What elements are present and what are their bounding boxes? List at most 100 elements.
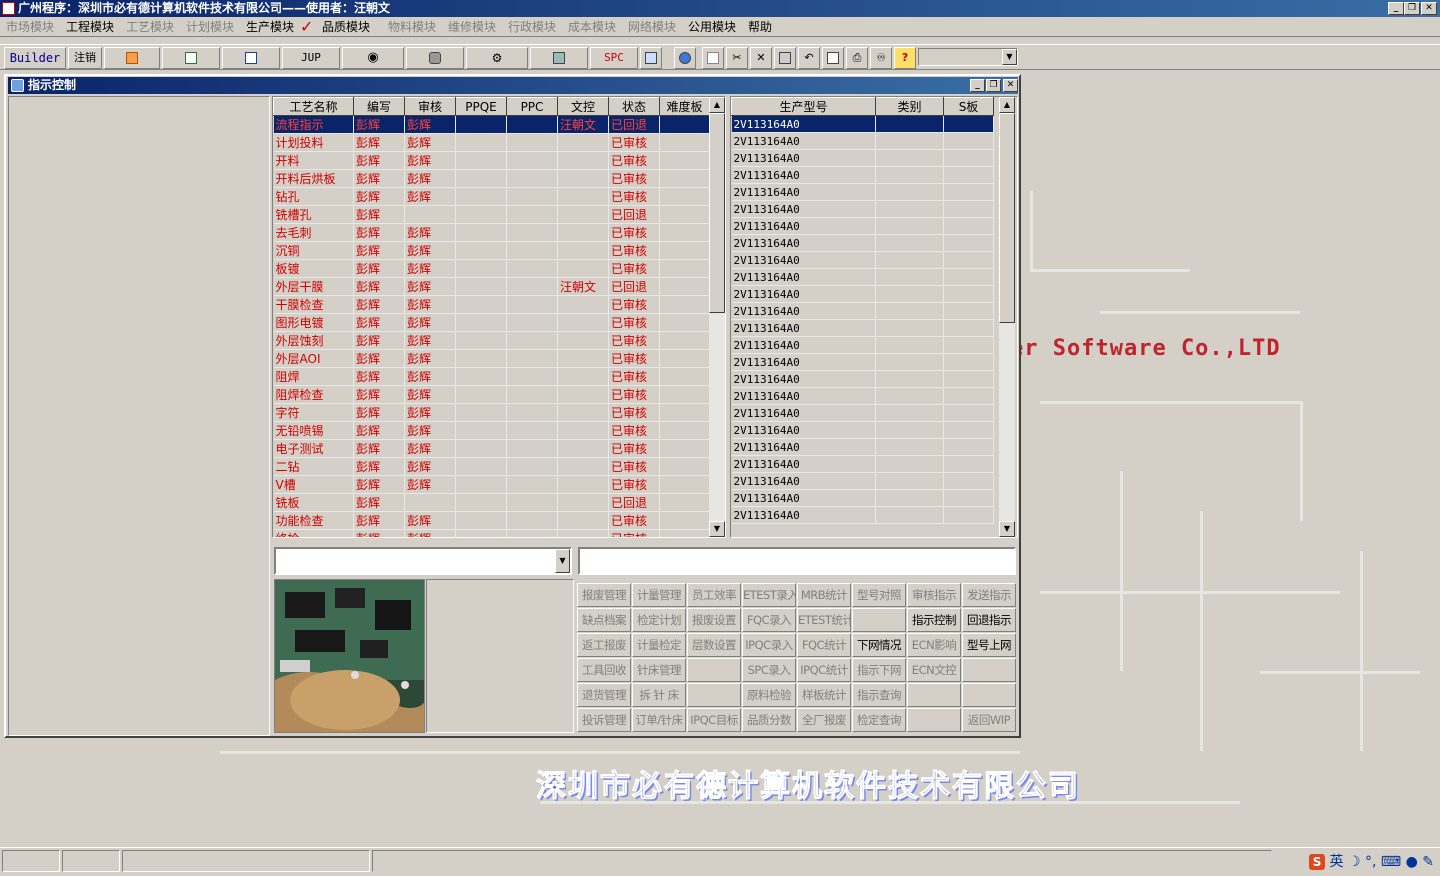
minimize-button[interactable]: _ xyxy=(1388,2,1404,15)
table-row[interactable]: 外层干膜 彭辉 彭辉 汪朝文 已回退 xyxy=(273,277,710,296)
help-button[interactable]: ? xyxy=(894,47,916,69)
network-button[interactable]: ⚙ xyxy=(466,47,528,69)
function-button[interactable] xyxy=(852,608,906,632)
table-row[interactable]: 图形电镀 彭辉 彭辉 已审核 xyxy=(273,313,710,332)
model-grid-scrollbar[interactable]: ▲ ▼ xyxy=(999,97,1015,537)
table-row[interactable]: 二钻 彭辉 彭辉 已审核 xyxy=(273,457,710,476)
menu-item[interactable]: 帮助 xyxy=(748,19,772,35)
function-button[interactable]: 型号对照 xyxy=(852,583,906,607)
process-grid[interactable]: 工艺名称 编写 审核 PPQE PPC 文控 状态 难度板 流程指示 彭辉 彭辉 汪朝文 已回退 计划投… xyxy=(272,96,726,538)
function-button[interactable]: 报废设置 xyxy=(687,608,741,632)
function-button[interactable]: 下网情况 xyxy=(852,633,906,657)
column-header[interactable]: 编写 xyxy=(353,97,405,116)
function-button[interactable]: 投诉管理 xyxy=(577,708,631,732)
menu-item[interactable]: 成本模块 xyxy=(568,19,616,35)
table-row[interactable]: 2V113164A0 xyxy=(731,302,994,320)
toolbar-combo[interactable]: ▼ xyxy=(918,48,1018,66)
function-button[interactable] xyxy=(687,658,741,682)
table-row[interactable]: 2V113164A0 xyxy=(731,506,994,524)
table-row[interactable]: 2V113164A0 xyxy=(731,438,994,456)
table-row[interactable]: 外层AOI 彭辉 彭辉 已审核 xyxy=(273,349,710,368)
word-button[interactable] xyxy=(222,47,280,69)
table-row[interactable]: 计划投料 彭辉 彭辉 已审核 xyxy=(273,133,710,152)
table-row[interactable]: 2V113164A0 xyxy=(731,234,994,252)
table-row[interactable]: 无铅喷锡 彭辉 彭辉 已审核 xyxy=(273,421,710,440)
table-row[interactable]: 2V113164A0 xyxy=(731,251,994,269)
window-minimize-button[interactable]: _ xyxy=(970,79,985,92)
table-row[interactable]: 阻焊检查 彭辉 彭辉 已审核 xyxy=(273,385,710,404)
table-row[interactable]: 终检彭辉彭辉已审核 xyxy=(273,529,710,537)
table-row[interactable]: 电子测试 彭辉 彭辉 已审核 xyxy=(273,439,710,458)
scroll-thumb[interactable] xyxy=(999,113,1015,323)
function-button[interactable]: ETEST统计 xyxy=(797,608,851,632)
function-button[interactable]: FQC录入 xyxy=(742,608,796,632)
spc-button[interactable]: SPC xyxy=(590,47,638,69)
function-button[interactable]: 回退指示 xyxy=(962,608,1016,632)
table-row[interactable]: V槽 彭辉 彭辉 已审核 xyxy=(273,475,710,494)
function-button[interactable]: 计量管理 xyxy=(632,583,686,607)
function-button[interactable]: 针床管理 xyxy=(632,658,686,682)
menu-item[interactable]: 市场模块 xyxy=(6,19,54,35)
chevron-down-icon[interactable]: ▼ xyxy=(555,549,570,573)
function-button[interactable]: 检定查询 xyxy=(852,708,906,732)
table-row[interactable]: 干膜检查 彭辉 彭辉 已审核 xyxy=(273,295,710,314)
function-button[interactable]: ETEST录入 xyxy=(742,583,796,607)
column-header[interactable]: 难度板 xyxy=(659,97,710,116)
table-row[interactable]: 2V113164A0 xyxy=(731,149,994,167)
function-button[interactable]: 发送指示 xyxy=(962,583,1016,607)
table-row[interactable]: 2V113164A0 xyxy=(731,319,994,337)
preview-button[interactable] xyxy=(822,47,844,69)
table-row[interactable]: 板镀 彭辉 彭辉 已审核 xyxy=(273,259,710,278)
column-header[interactable]: S板 xyxy=(943,97,994,116)
new-button[interactable] xyxy=(702,47,724,69)
undo-button[interactable]: ↶ xyxy=(798,47,820,69)
browser-button[interactable] xyxy=(674,47,696,69)
table-row[interactable]: 2V113164A0 xyxy=(731,285,994,303)
function-button[interactable]: MRB统计 xyxy=(797,583,851,607)
column-header[interactable]: PPQE xyxy=(455,97,507,116)
scroll-down-icon[interactable]: ▼ xyxy=(709,521,725,537)
menu-item[interactable]: 行政模块 xyxy=(508,19,556,35)
scroll-thumb[interactable] xyxy=(709,113,725,313)
builder-button[interactable]: Builder xyxy=(4,47,66,69)
column-header[interactable]: 文控 xyxy=(557,97,609,116)
function-button[interactable]: ECN文控 xyxy=(907,658,961,682)
function-button[interactable]: 员工效率 xyxy=(687,583,741,607)
table-row[interactable]: 去毛刺 彭辉 彭辉 已审核 xyxy=(273,223,710,242)
excel-button[interactable] xyxy=(162,47,220,69)
function-button[interactable] xyxy=(962,658,1016,682)
window-restore-button[interactable]: ❐ xyxy=(986,79,1001,92)
function-button[interactable] xyxy=(962,683,1016,707)
process-grid-scrollbar[interactable]: ▲ ▼ xyxy=(709,97,725,537)
column-header[interactable]: 状态 xyxy=(608,97,660,116)
menu-item[interactable]: 生产模块 xyxy=(246,19,294,35)
scroll-up-icon[interactable]: ▲ xyxy=(999,97,1015,113)
table-row[interactable]: 沉铜 彭辉 彭辉 已审核 xyxy=(273,241,710,260)
table-row[interactable]: 2V113164A0 xyxy=(731,336,994,354)
calendar-button[interactable] xyxy=(640,47,662,69)
table-row[interactable]: 2V113164A0 xyxy=(731,404,994,422)
view-button[interactable]: ◉ xyxy=(342,47,404,69)
function-button[interactable]: IPQC统计 xyxy=(797,658,851,682)
table-row[interactable]: 铣槽孔 彭辉 已回退 xyxy=(273,205,710,224)
delete-button[interactable]: ✕ xyxy=(750,47,772,69)
chevron-down-icon[interactable]: ▼ xyxy=(1002,49,1017,65)
table-row[interactable]: 2V113164A0 xyxy=(731,472,994,490)
jup-button[interactable]: JUP xyxy=(282,47,340,69)
print-button[interactable]: ⎙ xyxy=(846,47,868,69)
function-button[interactable]: 型号上网 xyxy=(962,633,1016,657)
table-row[interactable]: 2V113164A0 xyxy=(731,183,994,201)
ime-indicator[interactable]: S 英 ☽ °, ⌨ ● ✎ xyxy=(1290,851,1438,871)
left-tree-panel[interactable] xyxy=(8,96,270,736)
menu-item[interactable]: 网络模块 xyxy=(628,19,676,35)
function-button[interactable]: IPQC录入 xyxy=(742,633,796,657)
table-row[interactable]: 铣板 彭辉 已回退 xyxy=(273,493,710,512)
right-text-field[interactable] xyxy=(578,547,1016,575)
menu-item[interactable]: 计划模块 xyxy=(186,19,234,35)
menu-item[interactable]: 工程模块 xyxy=(66,19,114,35)
function-button[interactable]: 指示控制 xyxy=(907,608,961,632)
function-button[interactable]: SPC录入 xyxy=(742,658,796,682)
powerpoint-button[interactable] xyxy=(104,47,160,69)
function-button[interactable]: 计量检定 xyxy=(632,633,686,657)
function-button[interactable]: 报废管理 xyxy=(577,583,631,607)
